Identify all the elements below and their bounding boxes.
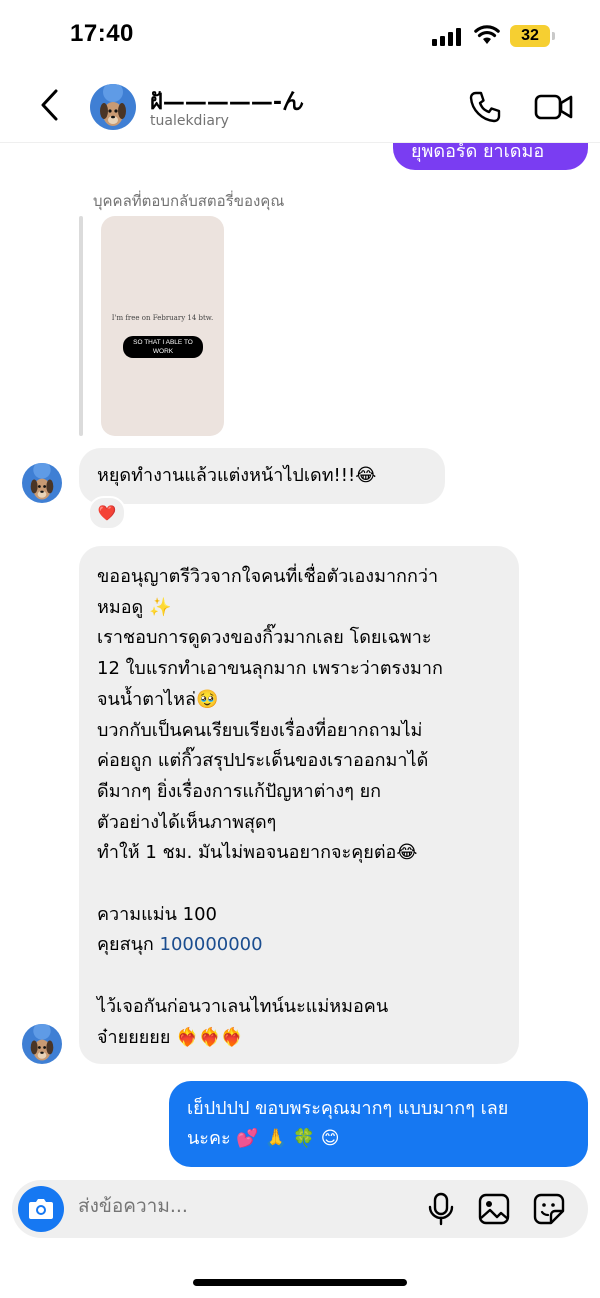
- review-line: ขออนุญาตรีวิวจากใจคนที่เชื่อตัวเองมากกว่…: [97, 566, 439, 587]
- camera-icon: [29, 1199, 53, 1219]
- chevron-left-icon: [41, 89, 58, 121]
- incoming-review-message[interactable]: ขออนุญาตรีวิวจากใจคนที่เชื่อตัวเองมากกว่…: [79, 546, 519, 1064]
- incoming-message[interactable]: หยุดทำงานแล้วแต่งหน้าไปเดท!!!😂: [79, 448, 445, 504]
- home-indicator[interactable]: [193, 1279, 407, 1286]
- sticker-button[interactable]: [533, 1193, 565, 1225]
- review-line: ค่อยถูก แต่กิ๊วสรุปประเด็นของเราออกมาได้: [97, 750, 429, 772]
- fun-label: คุยสนุก: [97, 934, 154, 956]
- message-text: หยุดทำงานแล้วแต่งหน้าไปเดท!!!😂: [97, 465, 377, 486]
- review-line: หมอดู ✨: [97, 596, 172, 618]
- dog-avatar-icon: [90, 84, 136, 130]
- previous-message-text: ยุพดอร์ด ยาเดมอ: [411, 141, 545, 162]
- image-icon: [478, 1193, 510, 1225]
- contact-username: tualekdiary: [150, 113, 229, 129]
- sticker-icon: [533, 1193, 565, 1225]
- avatar[interactable]: [22, 1024, 62, 1064]
- story-pill: SO THAT I ABLE TO WORK: [123, 336, 203, 358]
- review-line: บวกกับเป็นคนเรียบเรียงเรื่องที่อยากถามไม…: [97, 719, 423, 741]
- microphone-icon: [428, 1192, 454, 1226]
- review-line: ตัวอย่างได้เห็นภาพสุดๆ: [97, 811, 277, 833]
- audio-call-button[interactable]: [468, 90, 502, 124]
- video-camera-icon: [534, 94, 573, 120]
- status-bar: 17:40 32: [0, 0, 600, 70]
- battery-indicator: 32: [510, 25, 550, 47]
- review-line: ไว้เจอกันก่อนวาเลนไทน์นะแม่หมอคน: [97, 995, 389, 1017]
- microphone-button[interactable]: [426, 1192, 456, 1226]
- avatar[interactable]: [90, 84, 136, 130]
- review-line: [97, 869, 501, 900]
- video-call-button[interactable]: [534, 90, 574, 124]
- review-line: จนน้ำตาไหล่🥹: [97, 688, 219, 710]
- phone-icon: [469, 91, 501, 123]
- story-text: I'm free on February 14 btw.: [111, 314, 214, 322]
- story-reply-caption: บุคคลที่ตอบกลับสตอรี่ของคุณ: [93, 192, 285, 210]
- status-time: 17:40: [70, 20, 134, 47]
- message-line: นะคะ 💕 🙏 🍀 😊: [187, 1128, 340, 1149]
- review-line: ดีมากๆ ยิ่งเรื่องการแก้ปัญหาต่างๆ ยก: [97, 780, 382, 802]
- gallery-button[interactable]: [478, 1193, 510, 1225]
- review-line: [97, 961, 501, 992]
- review-line: เราชอบการดูดวงของกิ๊วมากเลย โดยเฉพาะ: [97, 627, 432, 649]
- review-line: จ๋ายยยยย ❤️‍🔥❤️‍🔥❤️‍🔥: [97, 1026, 244, 1048]
- review-line: คุยสนุก 100000000: [97, 930, 501, 961]
- dog-avatar-icon: [22, 463, 62, 503]
- review-line: ความแม่น 100: [97, 903, 217, 925]
- outgoing-message[interactable]: เย็ปปปป ขอบพระคุณมากๆ แบบมากๆ เลย นะคะ 💕…: [169, 1081, 588, 1167]
- fun-value[interactable]: 100000000: [160, 934, 263, 955]
- back-button[interactable]: [36, 88, 64, 122]
- wifi-icon: [474, 24, 500, 46]
- camera-button[interactable]: [18, 1186, 64, 1232]
- review-line: 12 ใบแรกทำเอาขนลุกมาก เพราะว่าตรงมาก: [97, 658, 443, 680]
- story-thumbnail[interactable]: I'm free on February 14 btw. SO THAT I A…: [101, 216, 224, 436]
- cellular-signal-icon: [432, 28, 464, 46]
- review-line: ทำให้ 1 ชม. มันไม่พอจนอยากจะคุยต่อ😂: [97, 842, 418, 864]
- chat-header: ฝั—————-ん tualekdiary: [0, 70, 600, 143]
- message-line: เย็ปปปป ขอบพระคุณมากๆ แบบมากๆ เลย: [187, 1098, 509, 1119]
- battery-tip: [552, 32, 555, 40]
- heart-reaction[interactable]: ❤️: [88, 496, 126, 530]
- message-composer: [12, 1180, 588, 1238]
- dog-avatar-icon: [22, 1024, 62, 1064]
- avatar[interactable]: [22, 463, 62, 503]
- message-input[interactable]: [78, 1195, 408, 1217]
- story-reply-divider: [79, 216, 83, 436]
